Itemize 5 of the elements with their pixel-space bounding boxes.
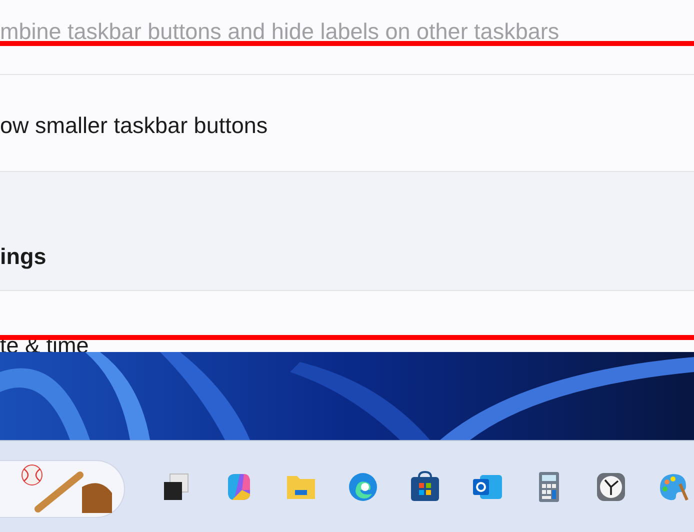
store-icon[interactable]: [408, 470, 442, 504]
setting-label: mbine taskbar buttons and hide labels on other taskbars: [0, 19, 560, 44]
section-heading: ings: [0, 244, 46, 269]
widget-button[interactable]: [0, 460, 125, 518]
setting-label: ow smaller taskbar buttons: [0, 113, 268, 138]
